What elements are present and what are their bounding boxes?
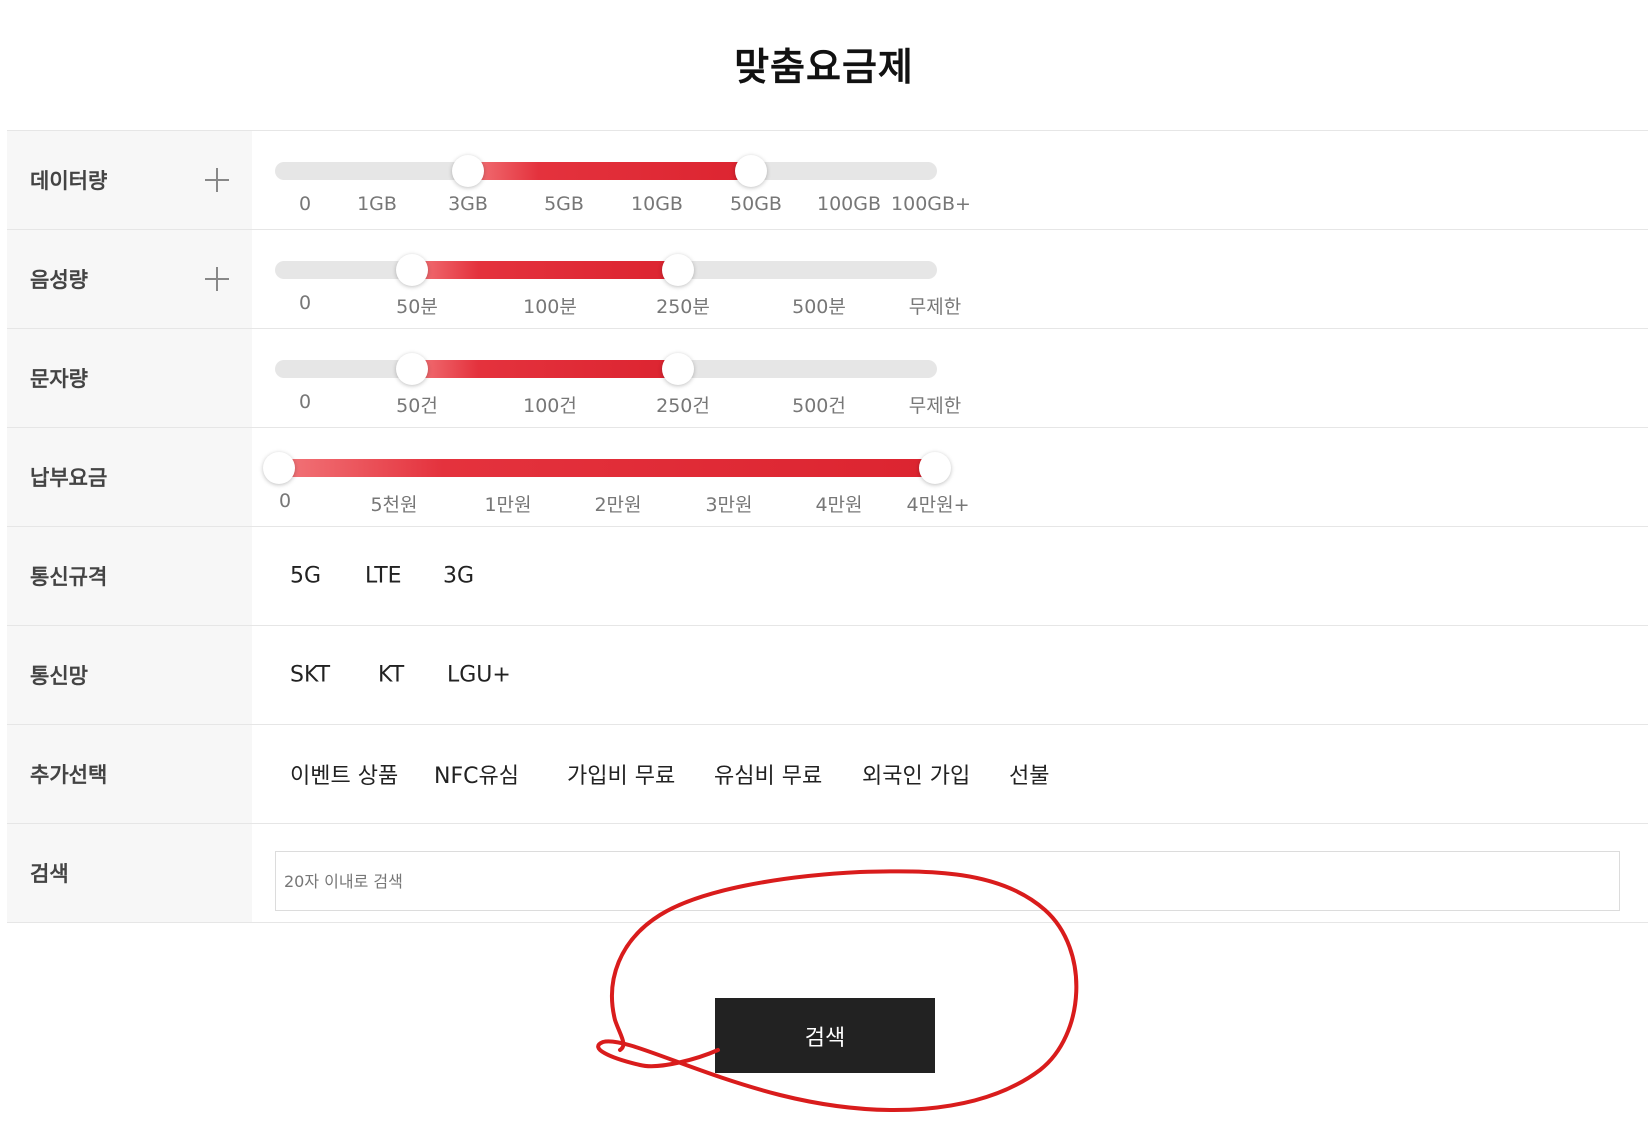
option-3g[interactable]: 3G (443, 564, 474, 589)
voice-tick[interactable]: 250분 (656, 292, 710, 319)
extras-options: 이벤트 상품 NFC유심 가입비 무료 유심비 무료 외국인 가입 선불 (252, 725, 1648, 823)
option-kt[interactable]: KT (378, 663, 404, 688)
voice-tick[interactable]: 50분 (396, 292, 438, 319)
voice-slider-area: 0 50분 100분 250분 500분 무제한 (252, 230, 1648, 328)
row-extras: 추가선택 이벤트 상품 NFC유심 가입비 무료 유심비 무료 외국인 가입 선… (7, 725, 1648, 824)
option-prepaid[interactable]: 선불 (1009, 758, 1049, 790)
carrier-options: SKT KT LGU+ (252, 626, 1648, 724)
row-head-extras: 추가선택 (7, 725, 252, 823)
row-network-type: 통신규격 5G LTE 3G (7, 527, 1648, 626)
data-tick[interactable]: 3GB (448, 193, 488, 215)
row-carrier: 통신망 SKT KT LGU+ (7, 626, 1648, 725)
option-nfc-usim[interactable]: NFC유심 (434, 758, 519, 790)
page-title: 맞춤요금제 (734, 45, 914, 89)
price-tick[interactable]: 2만원 (594, 490, 641, 517)
row-head-price: 납부요금 (7, 428, 252, 526)
option-foreigner-join[interactable]: 외국인 가입 (862, 758, 970, 790)
sms-tick[interactable]: 0 (299, 391, 311, 413)
sms-slider-track[interactable] (275, 353, 937, 385)
voice-slider-max-handle[interactable] (662, 254, 694, 286)
sms-slider-min-handle[interactable] (396, 353, 428, 385)
price-tick[interactable]: 4만원+ (907, 490, 970, 517)
row-sms: 문자량 0 50건 100건 250건 500건 무제한 (7, 329, 1648, 428)
row-head-carrier: 통신망 (7, 626, 252, 724)
price-slider-fill (279, 459, 935, 477)
data-slider-max-handle[interactable] (735, 155, 767, 187)
voice-tick[interactable]: 100분 (523, 292, 577, 319)
data-slider-track[interactable] (275, 155, 937, 187)
sms-slider-area: 0 50건 100건 250건 500건 무제한 (252, 329, 1648, 427)
option-5g[interactable]: 5G (290, 564, 321, 589)
price-slider-max-handle[interactable] (919, 452, 951, 484)
row-search: 검색 (7, 824, 1648, 923)
data-tick[interactable]: 100GB+ (891, 193, 971, 215)
row-data: 데이터량 0 1GB 3GB 5GB 10GB 50GB 100GB 100GB… (7, 131, 1648, 230)
voice-tick[interactable]: 0 (299, 292, 311, 314)
option-lgu[interactable]: LGU+ (447, 663, 511, 688)
price-slider-track[interactable] (263, 452, 951, 484)
price-tick[interactable]: 3만원 (705, 490, 752, 517)
option-event-product[interactable]: 이벤트 상품 (290, 758, 398, 790)
network-type-options: 5G LTE 3G (252, 527, 1648, 625)
sms-tick[interactable]: 무제한 (909, 391, 961, 418)
voice-slider-track[interactable] (275, 254, 937, 286)
data-label: 데이터량 (30, 169, 108, 193)
row-head-search: 검색 (7, 824, 252, 922)
price-tick[interactable]: 0 (279, 490, 291, 512)
sms-tick[interactable]: 500건 (792, 391, 846, 418)
voice-tick[interactable]: 무제한 (909, 292, 961, 319)
data-tick[interactable]: 0 (299, 193, 311, 215)
row-price: 납부요금 0 5천원 1만원 2만원 3만원 4만원 4만원+ (7, 428, 1648, 527)
sms-tick[interactable]: 100건 (523, 391, 577, 418)
search-area (252, 824, 1648, 922)
option-free-usim-fee[interactable]: 유심비 무료 (714, 758, 822, 790)
data-tick[interactable]: 100GB (817, 193, 881, 215)
voice-slider-min-handle[interactable] (396, 254, 428, 286)
sms-tick[interactable]: 50건 (396, 391, 438, 418)
extras-label: 추가선택 (30, 763, 108, 787)
option-free-join-fee[interactable]: 가입비 무료 (567, 758, 675, 790)
price-tick[interactable]: 4만원 (815, 490, 862, 517)
search-label: 검색 (30, 862, 69, 886)
row-head-sms: 문자량 (7, 329, 252, 427)
sms-slider-max-handle[interactable] (662, 353, 694, 385)
data-slider-min-handle[interactable] (452, 155, 484, 187)
option-lte[interactable]: LTE (365, 564, 402, 589)
row-head-network-type: 통신규격 (7, 527, 252, 625)
voice-label: 음성량 (30, 268, 88, 292)
price-tick[interactable]: 5천원 (370, 490, 417, 517)
price-label: 납부요금 (30, 466, 108, 490)
row-head-voice: 음성량 (7, 230, 252, 328)
data-tick[interactable]: 5GB (544, 193, 584, 215)
option-skt[interactable]: SKT (290, 663, 330, 688)
search-button[interactable]: 검색 (715, 998, 935, 1073)
data-slider-area: 0 1GB 3GB 5GB 10GB 50GB 100GB 100GB+ (252, 131, 1648, 229)
data-tick[interactable]: 1GB (357, 193, 397, 215)
data-tick[interactable]: 10GB (631, 193, 683, 215)
plus-icon[interactable] (205, 168, 229, 192)
sms-label: 문자량 (30, 367, 88, 391)
search-input[interactable] (275, 851, 1620, 911)
row-voice: 음성량 0 50분 100분 250분 500분 무제한 (7, 230, 1648, 329)
network-type-label: 통신규격 (30, 565, 108, 589)
sms-tick[interactable]: 250건 (656, 391, 710, 418)
data-slider-fill (468, 162, 751, 180)
plus-icon[interactable] (205, 267, 229, 291)
price-slider-area: 0 5천원 1만원 2만원 3만원 4만원 4만원+ (252, 428, 1648, 526)
price-tick[interactable]: 1만원 (484, 490, 531, 517)
voice-slider-fill (412, 261, 678, 279)
filter-table: 데이터량 0 1GB 3GB 5GB 10GB 50GB 100GB 100GB… (7, 130, 1648, 923)
sms-slider-fill (412, 360, 678, 378)
price-slider-min-handle[interactable] (263, 452, 295, 484)
carrier-label: 통신망 (30, 664, 88, 688)
data-tick[interactable]: 50GB (730, 193, 782, 215)
voice-tick[interactable]: 500분 (792, 292, 846, 319)
row-head-data: 데이터량 (7, 131, 252, 229)
